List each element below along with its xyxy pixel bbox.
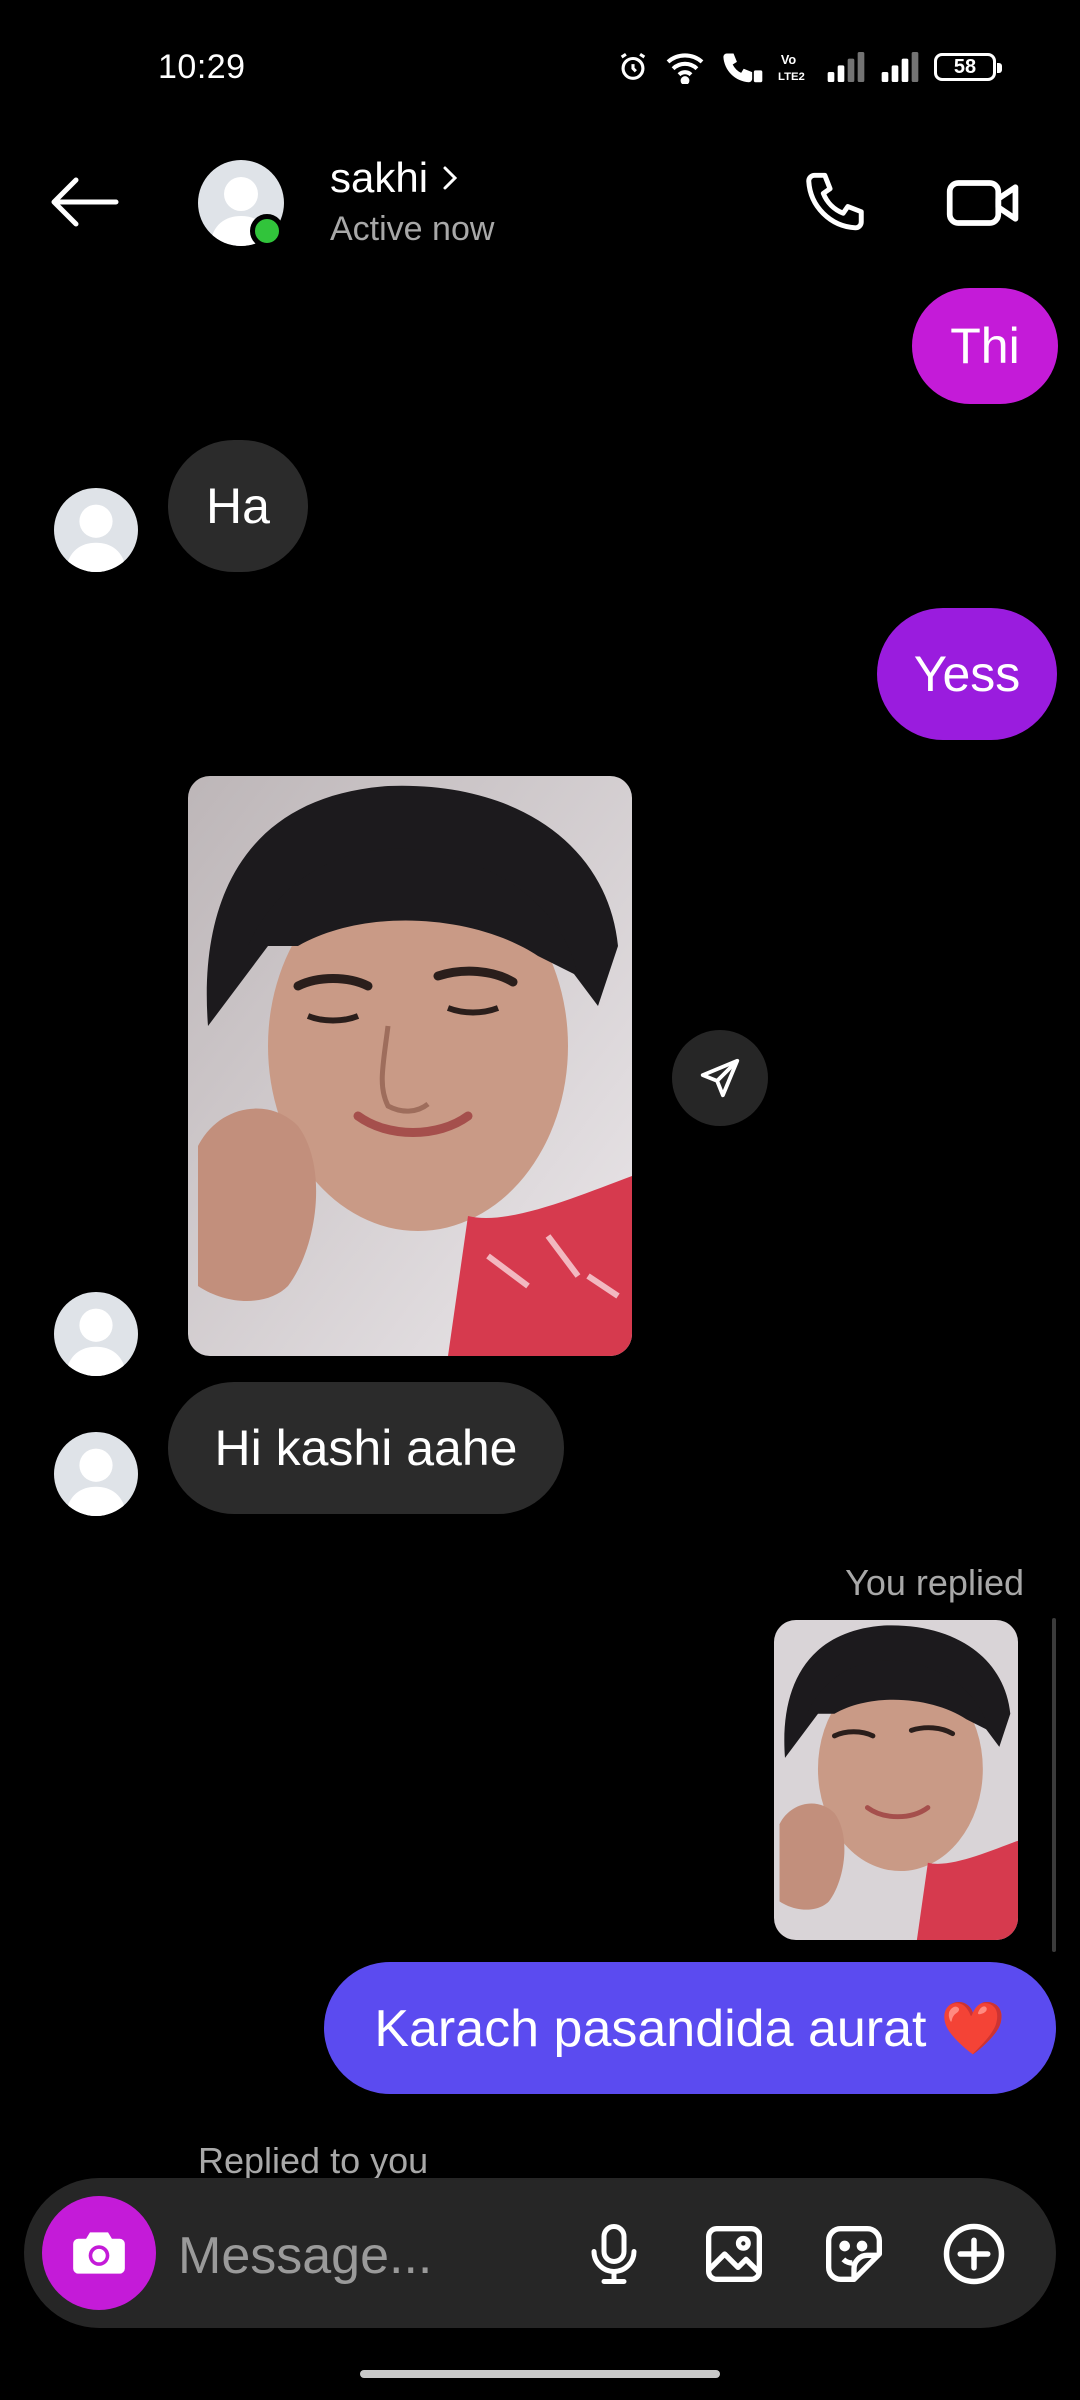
video-camera-icon bbox=[946, 180, 1019, 226]
send-icon bbox=[700, 1058, 740, 1098]
wifi-call-icon bbox=[723, 53, 763, 83]
contact-name-text: sakhi bbox=[330, 154, 429, 201]
sent-message-thi[interactable]: Thi bbox=[912, 288, 1058, 404]
camera-icon bbox=[73, 2232, 125, 2274]
replied-photo-thumbnail[interactable] bbox=[774, 1620, 1018, 1940]
sender-avatar[interactable] bbox=[54, 1432, 138, 1516]
volte-icon: Vo LTE2 bbox=[778, 52, 805, 83]
alarm-icon bbox=[620, 52, 646, 80]
portrait-photo-image bbox=[774, 1620, 1018, 1940]
battery-indicator: 58 bbox=[934, 53, 1002, 81]
back-arrow-icon bbox=[51, 177, 119, 227]
default-avatar-icon bbox=[65, 1448, 127, 1516]
signal-1-icon bbox=[827, 52, 865, 82]
received-message-hi-kashi-aahe[interactable]: Hi kashi aahe bbox=[168, 1382, 564, 1514]
wifi-icon bbox=[666, 53, 704, 84]
sticker-icon bbox=[826, 2226, 882, 2282]
back-button[interactable] bbox=[44, 172, 124, 232]
chevron-right-icon bbox=[443, 166, 458, 190]
received-message-ha[interactable]: Ha bbox=[168, 440, 308, 572]
svg-text:LTE2: LTE2 bbox=[778, 71, 805, 83]
you-replied-label: You replied bbox=[845, 1562, 1024, 1603]
gallery-icon bbox=[706, 2226, 762, 2282]
svg-text:Vo: Vo bbox=[781, 52, 797, 67]
sender-avatar[interactable] bbox=[54, 1292, 138, 1376]
replied-to-you-label: Replied to you bbox=[198, 2140, 429, 2181]
camera-button[interactable] bbox=[42, 2196, 156, 2310]
phone-icon bbox=[806, 172, 864, 231]
sent-message-yess[interactable]: Yess bbox=[877, 608, 1057, 740]
contact-name[interactable]: sakhi bbox=[330, 154, 458, 202]
signal-2-icon bbox=[881, 52, 919, 82]
status-time: 10:29 bbox=[158, 48, 246, 86]
reply-indicator-bar bbox=[1052, 1618, 1056, 1952]
online-indicator bbox=[250, 214, 284, 248]
portrait-photo-image bbox=[188, 776, 632, 1356]
sent-message-karach[interactable]: Karach pasandida aurat ❤️ bbox=[324, 1962, 1056, 2094]
voice-message-button[interactable] bbox=[570, 2210, 658, 2298]
gallery-button[interactable] bbox=[690, 2210, 778, 2298]
message-input[interactable] bbox=[178, 2214, 568, 2298]
microphone-icon bbox=[591, 2224, 637, 2284]
more-options-button[interactable] bbox=[930, 2210, 1018, 2298]
home-indicator[interactable] bbox=[360, 2370, 720, 2378]
share-button[interactable] bbox=[672, 1030, 768, 1126]
default-avatar-icon bbox=[65, 504, 127, 572]
default-avatar-icon bbox=[65, 1308, 127, 1376]
voice-call-button[interactable] bbox=[800, 168, 870, 238]
sticker-button[interactable] bbox=[810, 2210, 898, 2298]
plus-circle-icon bbox=[943, 2223, 1005, 2285]
sender-avatar[interactable] bbox=[54, 488, 138, 572]
status-icons: Vo LTE2 58 bbox=[616, 50, 1002, 84]
received-photo[interactable] bbox=[188, 776, 632, 1356]
video-call-button[interactable] bbox=[944, 168, 1024, 238]
contact-activity-status: Active now bbox=[330, 210, 495, 248]
